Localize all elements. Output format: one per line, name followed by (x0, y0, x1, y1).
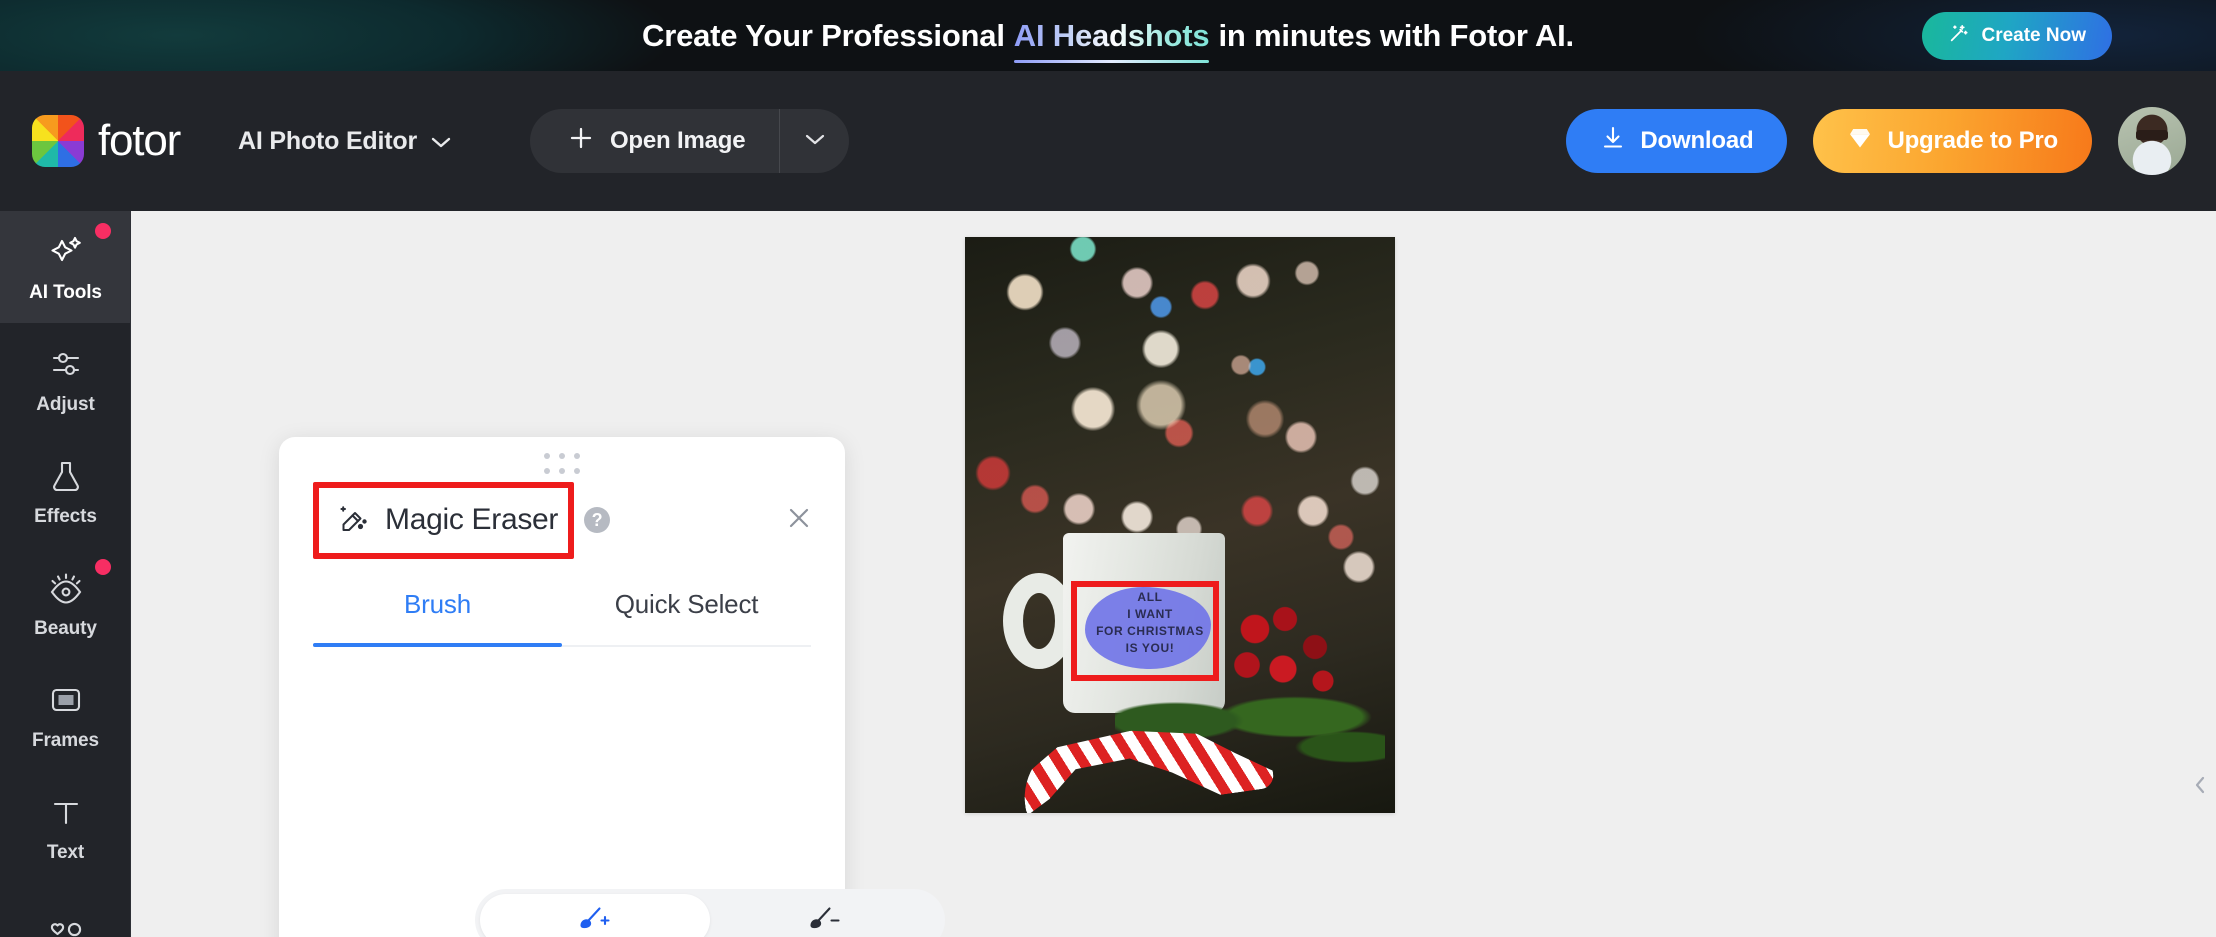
promo-text-after: in minutes with Fotor AI. (1218, 17, 1574, 53)
promo-text-highlight: AI Headshots (1013, 17, 1210, 63)
header-actions: Download Upgrade to Pro (1566, 107, 2186, 175)
mode-selector[interactable]: AI Photo Editor (238, 127, 452, 156)
chevron-down-icon (804, 132, 826, 151)
panel-tabs: Brush Quick Select (313, 589, 811, 647)
sidebar-item-ai-tools[interactable]: AI Tools (0, 211, 130, 323)
app-header: fotor AI Photo Editor Open Image Downloa… (0, 71, 2216, 211)
upgrade-label: Upgrade to Pro (1887, 127, 2058, 154)
sidebar-item-label: Beauty (34, 617, 97, 639)
frame-icon (45, 679, 87, 721)
question-mark-icon[interactable]: ? (584, 507, 611, 533)
sidebar-item-label: Text (46, 841, 85, 863)
tab-quick-select[interactable]: Quick Select (562, 589, 811, 645)
open-image-dropdown-button[interactable] (779, 109, 849, 173)
fotor-editor-window: Create Your Professional AI Headshots in… (0, 0, 2216, 937)
sidebar-item-label: Effects (34, 505, 97, 527)
mode-selector-label: AI Photo Editor (238, 126, 417, 155)
left-sidebar: AI Tools Adjust Effects Beauty Frames Te… (0, 211, 131, 937)
sidebar-item-beauty[interactable]: Beauty (0, 547, 130, 659)
sidebar-item-label: AI Tools (29, 281, 102, 303)
brand-name: fotor (98, 116, 181, 165)
plus-icon (568, 125, 594, 158)
brand-logo[interactable]: fotor (32, 115, 181, 167)
eye-icon (45, 567, 87, 609)
sidebar-item-elements[interactable] (0, 883, 130, 937)
sidebar-item-label: Adjust (36, 393, 95, 415)
flask-icon (45, 455, 87, 497)
brush-mode-toggle (475, 889, 945, 937)
open-image-label: Open Image (609, 127, 746, 154)
brush-subtract-button[interactable] (710, 894, 940, 937)
create-now-button[interactable]: Create Now (1922, 12, 2112, 60)
fotor-color-wheel-icon (32, 115, 84, 167)
brush-add-icon (575, 901, 615, 937)
chevron-left-icon[interactable] (2190, 771, 2210, 804)
diamond-icon (1847, 126, 1873, 157)
sidebar-item-text[interactable]: Text (0, 771, 130, 883)
magic-eraser-panel: Magic Eraser ? Brush Quick Select (279, 437, 945, 937)
download-label: Download (1640, 127, 1754, 154)
promo-text-before: Create Your Professional (642, 17, 1005, 53)
sidebar-item-frames[interactable]: Frames (0, 659, 130, 771)
notification-badge (95, 559, 111, 575)
upgrade-to-pro-button[interactable]: Upgrade to Pro (1813, 109, 2092, 173)
open-image-group: Open Image (529, 109, 850, 173)
text-t-icon (45, 791, 87, 833)
download-icon (1600, 125, 1626, 158)
panel-header: Magic Eraser ? (279, 481, 845, 559)
sidebar-item-effects[interactable]: Effects (0, 435, 130, 547)
sliders-icon (45, 343, 87, 385)
chevron-down-icon (430, 127, 452, 156)
canvas-photo[interactable]: ALL I WANT FOR CHRISTMAS IS YOU! (965, 237, 1395, 813)
promo-banner: Create Your Professional AI Headshots in… (0, 0, 2216, 71)
drag-handle-icon[interactable] (544, 453, 580, 474)
tab-brush[interactable]: Brush (313, 589, 562, 647)
magic-wand-icon (1948, 22, 1970, 50)
brush-add-button[interactable] (480, 894, 710, 937)
notification-badge (95, 223, 111, 239)
editor-canvas[interactable]: ALL I WANT FOR CHRISTMAS IS YOU! Magic E… (131, 211, 2216, 937)
panel-title-highlight: Magic Eraser (313, 481, 575, 559)
panel-title: Magic Eraser (385, 503, 559, 536)
user-avatar[interactable] (2118, 107, 2186, 175)
open-image-button[interactable]: Open Image (530, 109, 779, 173)
magic-eraser-icon (335, 501, 369, 540)
elements-shapes-icon (45, 918, 87, 937)
promo-banner-text: Create Your Professional AI Headshots in… (642, 17, 1574, 63)
selection-highlight-box (1071, 581, 1219, 681)
sidebar-item-label: Frames (32, 729, 99, 751)
close-icon[interactable] (783, 502, 815, 539)
sidebar-item-adjust[interactable]: Adjust (0, 323, 130, 435)
download-button[interactable]: Download (1566, 109, 1788, 173)
create-now-label: Create Now (1981, 25, 2086, 46)
sparkle-icon (45, 231, 87, 273)
brush-subtract-icon (805, 901, 845, 937)
